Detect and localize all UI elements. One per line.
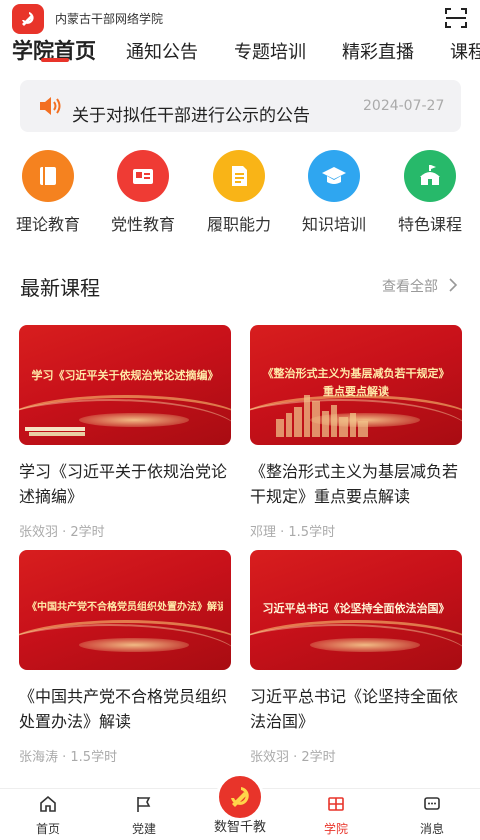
scan-icon[interactable] xyxy=(444,6,468,30)
course-card[interactable]: 学习《习近平关于依规治党论述摘编》 学习《习近平关于依规治党论述摘编》 张效羽 … xyxy=(19,325,231,540)
course-card[interactable]: 《整治形式主义为基层减负若干规定》 重点要点解读 《整治形式主义为基层减负若干规… xyxy=(250,325,462,540)
notice-date: 2024-07-27 xyxy=(363,98,445,114)
thumbnail-title: 学习《习近平关于依规治党论述摘编》 xyxy=(31,369,219,382)
thumbnail-title: 习近平总书记《论坚持全面依法治国》 xyxy=(262,602,450,615)
category-label: 特色课程 xyxy=(397,215,462,234)
course-title[interactable]: 学习《习近平关于依规治党论述摘编》 xyxy=(19,459,231,509)
city-skyline-icon xyxy=(276,395,368,437)
category-theory[interactable]: 理论教育 xyxy=(8,150,88,235)
notice-banner[interactable]: 关于对拟任干部进行公示的公告 2024-07-27 xyxy=(20,80,461,132)
course-meta: 邓理 · 1.5学时 xyxy=(250,525,336,540)
flag-icon xyxy=(137,797,151,812)
graduation-cap-icon xyxy=(308,150,360,202)
course-thumbnail: 《整治形式主义为基层减负若干规定》 重点要点解读 xyxy=(250,325,462,445)
party-emblem-icon xyxy=(231,787,249,807)
nav-academy[interactable]: 学院 xyxy=(306,795,366,837)
category-featured[interactable]: 特色课程 xyxy=(390,150,470,235)
view-all-link[interactable]: 查看全部 xyxy=(382,276,438,296)
nav-messages[interactable]: 消息 xyxy=(402,795,462,837)
thumbnail-title: 《整治形式主义为基层减负若干规定》 xyxy=(262,367,450,380)
course-title[interactable]: 《整治形式主义为基层减负若干规定》重点要点解读 xyxy=(250,459,462,509)
top-tabs: 学院首页 通知公告 专题培训 精彩直播 课程 xyxy=(0,36,480,70)
active-tab-indicator xyxy=(41,58,69,62)
tab-live[interactable]: 精彩直播 xyxy=(342,38,414,64)
category-party-spirit[interactable]: 党性教育 xyxy=(103,150,183,235)
latest-courses-title: 最新课程 xyxy=(20,276,100,300)
tab-special-training[interactable]: 专题培训 xyxy=(234,38,306,64)
notice-text[interactable]: 关于对拟任干部进行公示的公告 xyxy=(72,102,310,124)
party-emblem-icon xyxy=(22,12,34,26)
tab-notices[interactable]: 通知公告 xyxy=(126,38,198,64)
course-meta: 张效羽 · 2学时 xyxy=(19,525,105,540)
app-title: 内蒙古干部网络学院 xyxy=(55,12,164,26)
nav-label: 学院 xyxy=(323,822,348,836)
category-label: 履职能力 xyxy=(206,215,271,234)
speaker-icon xyxy=(40,97,61,115)
books-icon xyxy=(25,427,85,436)
course-meta: 张效羽 · 2学时 xyxy=(250,750,336,765)
category-label: 党性教育 xyxy=(110,215,175,234)
category-performance[interactable]: 履职能力 xyxy=(199,150,279,235)
academy-icon xyxy=(328,797,344,811)
nav-party[interactable]: 党建 xyxy=(114,795,174,837)
yurt-icon xyxy=(404,150,456,202)
thumbnail-title: 《中国共产党不合格党员组织处置办法》解读 xyxy=(27,602,223,613)
book-icon xyxy=(22,150,74,202)
course-card[interactable]: 习近平总书记《论坚持全面依法治国》 习近平总书记《论坚持全面依法治国》 张效羽 … xyxy=(250,550,462,765)
course-meta: 张海涛 · 1.5学时 xyxy=(19,750,118,765)
home-icon xyxy=(40,795,56,812)
message-icon xyxy=(424,797,440,810)
course-thumbnail: 习近平总书记《论坚持全面依法治国》 xyxy=(250,550,462,670)
course-card[interactable]: 《中国共产党不合格党员组织处置办法》解读 《中国共产党不合格党员组织处置办法》解… xyxy=(19,550,231,765)
category-knowledge[interactable]: 知识培训 xyxy=(294,150,374,235)
course-thumbnail: 《中国共产党不合格党员组织处置办法》解读 xyxy=(19,550,231,670)
course-title[interactable]: 《中国共产党不合格党员组织处置办法》解读 xyxy=(19,684,231,734)
category-label: 知识培训 xyxy=(301,215,366,234)
nav-label: 消息 xyxy=(419,822,444,836)
nav-label: 党建 xyxy=(131,822,156,836)
nav-label: 首页 xyxy=(35,822,60,836)
course-thumbnail: 学习《习近平关于依规治党论述摘编》 xyxy=(19,325,231,445)
nav-center-label: 数智千教 xyxy=(213,820,266,835)
chevron-right-icon[interactable] xyxy=(448,277,458,293)
document-icon xyxy=(213,150,265,202)
nav-home[interactable]: 首页 xyxy=(18,795,78,837)
course-title[interactable]: 习近平总书记《论坚持全面依法治国》 xyxy=(250,684,462,734)
category-label: 理论教育 xyxy=(15,215,80,234)
tab-courses[interactable]: 课程 xyxy=(450,38,480,64)
nav-center-button[interactable] xyxy=(216,773,264,821)
top-bar: 内蒙古干部网络学院 xyxy=(0,0,480,36)
category-grid: 理论教育 党性教育 履职能力 知识培训 特色课程 xyxy=(0,150,480,240)
app-logo xyxy=(12,4,44,34)
id-card-icon xyxy=(117,150,169,202)
